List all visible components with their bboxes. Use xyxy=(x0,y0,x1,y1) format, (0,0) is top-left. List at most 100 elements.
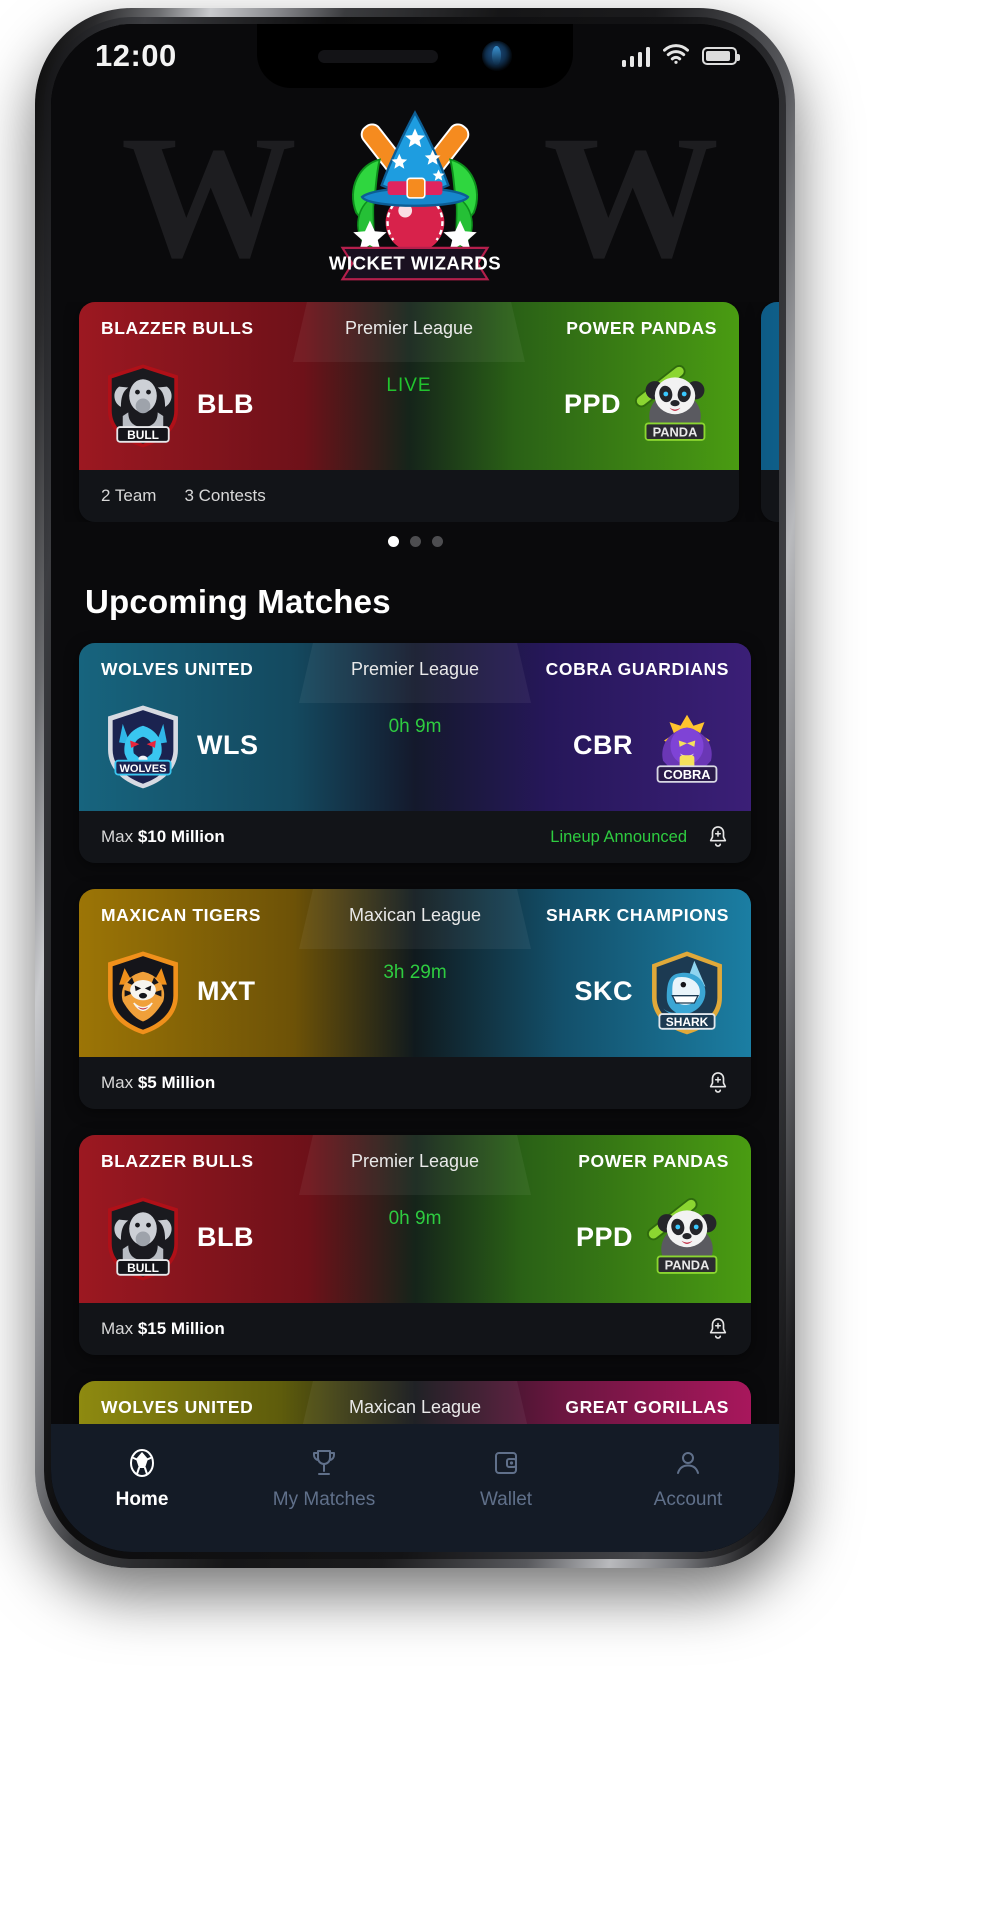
nav-label-account: Account xyxy=(653,1489,723,1510)
scroll-body[interactable]: W W WICKET WIZARDS BLAZZER BULLS BULL BL… xyxy=(51,88,779,1424)
battery-icon xyxy=(702,47,740,65)
phone-frame-mid: 12:00 W W WICKET WIZARDS BLAZZER BULLS B… xyxy=(44,17,786,1559)
carousel-track[interactable]: BLAZZER BULLS BULL BLB POWER PANDAS PPD … xyxy=(79,302,779,522)
tiger-crest-icon xyxy=(97,946,189,1038)
bull-crest-icon: BULL xyxy=(97,359,189,451)
match-card-footer: Max $15 Million xyxy=(79,1303,751,1355)
nav-item-account[interactable]: Account xyxy=(597,1446,779,1511)
carousel-dot[interactable] xyxy=(409,536,421,547)
wicket-wizards-logo[interactable]: WICKET WIZARDS xyxy=(317,95,513,291)
nav-label-my-matches: My Matches xyxy=(272,1489,376,1510)
shark-crest-icon: SHARK xyxy=(641,946,733,1038)
team-right-abbr: PPD xyxy=(575,1222,633,1252)
trophy-icon xyxy=(307,1446,341,1480)
svg-text:PANDA: PANDA xyxy=(653,424,698,439)
svg-text:SHARK: SHARK xyxy=(666,1015,709,1029)
team-right-name: POWER PANDAS xyxy=(578,1151,729,1171)
carousel-dot[interactable] xyxy=(431,536,443,547)
team-left-name: BLAZZER BULLS xyxy=(101,318,254,338)
nav-item-home[interactable]: Home xyxy=(51,1446,233,1511)
team-left-name: MAXICAN TIGERS xyxy=(101,905,262,925)
team-right: POWER PANDAS PPD PANDA xyxy=(409,302,739,470)
panda-crest-icon: PANDA xyxy=(629,359,721,451)
match-card-top: WOLVES UNITED xyxy=(79,1381,751,1424)
app-screen: 12:00 W W WICKET WIZARDS BLAZZER BULLS B… xyxy=(51,24,779,1552)
match-card-top xyxy=(761,302,779,470)
max-prize-value: $15 Million xyxy=(137,1319,225,1338)
team-right-name: GREAT GORILLAS xyxy=(565,1397,729,1417)
svg-text:BULL: BULL xyxy=(127,428,159,442)
nav-label-home: Home xyxy=(115,1489,169,1510)
team-right-name: SHARK CHAMPIONS xyxy=(545,905,729,925)
svg-text:PANDA: PANDA xyxy=(665,1257,710,1272)
team-left-name: WOLVES UNITED xyxy=(101,659,254,679)
match-card-top: MAXICAN TIGERS MXT SHARK CHAMPIONS SKC S… xyxy=(79,889,751,1057)
max-prize: Max $10 Million xyxy=(101,827,225,846)
match-card-footer: 2 Team 3 Contests xyxy=(79,470,739,522)
phone-frame: 12:00 W W WICKET WIZARDS BLAZZER BULLS B… xyxy=(35,8,795,1568)
wolf-crest-icon: WOLVES xyxy=(97,700,189,792)
status-clock: 12:00 xyxy=(95,38,177,73)
match-card-top: WOLVES UNITED xyxy=(79,643,751,811)
status-icon-group xyxy=(621,43,740,69)
screenshot-stage: 12:00 W W WICKET WIZARDS BLAZZER BULLS B… xyxy=(0,0,1002,1919)
max-prize: Max $5 Million xyxy=(101,1073,216,1092)
watermark-letter-right: W xyxy=(543,100,719,295)
status-bar: 12:00 xyxy=(51,24,779,88)
svg-text:WICKET WIZARDS: WICKET WIZARDS xyxy=(329,252,501,273)
team-left-abbr: BLB xyxy=(197,389,254,419)
page-title: Upcoming Matches xyxy=(85,583,391,620)
match-card[interactable]: MAXICAN TIGERS MXT SHARK CHAMPIONS SKC S… xyxy=(79,889,751,1109)
wallet-icon xyxy=(489,1446,523,1480)
nav-item-my-matches[interactable]: My Matches xyxy=(233,1446,415,1511)
person-icon xyxy=(671,1446,705,1480)
svg-text:WOLVES: WOLVES xyxy=(120,762,167,774)
carousel-dot[interactable] xyxy=(387,536,399,547)
team-left-abbr: MXT xyxy=(197,976,256,1006)
team-right-name: POWER PANDAS xyxy=(566,318,717,338)
watermark-letter-left: W xyxy=(121,100,297,295)
team-left-abbr: WLS xyxy=(197,730,259,760)
team-right-abbr: PPD xyxy=(563,389,621,419)
contest-count: 3 Contests xyxy=(184,486,266,505)
live-match-card-next[interactable] xyxy=(761,302,779,522)
phone-bezel: 12:00 W W WICKET WIZARDS BLAZZER BULLS B… xyxy=(51,24,779,1552)
match-card[interactable]: WOLVES UNITED xyxy=(79,1381,751,1424)
live-match-carousel[interactable]: BLAZZER BULLS BULL BLB POWER PANDAS PPD … xyxy=(51,302,779,522)
app-header: W W WICKET WIZARDS xyxy=(51,88,779,298)
bottom-navigation[interactable]: Home My Matches Wallet Account xyxy=(51,1424,779,1552)
max-prize: Max $15 Million xyxy=(101,1319,225,1338)
team-right-abbr: CBR xyxy=(573,730,633,760)
match-card-top: BLAZZER BULLS BULL BLB POWER PANDAS PPD … xyxy=(79,302,739,470)
match-card[interactable]: BLAZZER BULLS BULL BLB POWER PANDAS PPD … xyxy=(79,1135,751,1355)
team-left-name: WOLVES UNITED xyxy=(101,1397,254,1417)
team-right-abbr: SKC xyxy=(574,976,633,1006)
lineup-status: Lineup Announced xyxy=(550,827,687,846)
team-left-name: BLAZZER BULLS xyxy=(101,1151,254,1171)
panda-crest-icon: PANDA xyxy=(641,1192,733,1284)
team-right-name: COBRA GUARDIANS xyxy=(545,659,729,679)
carousel-dots[interactable] xyxy=(51,536,779,547)
svg-text:BULL: BULL xyxy=(127,1261,159,1275)
team-left-abbr: BLB xyxy=(197,1222,254,1252)
bell-add-icon[interactable] xyxy=(707,825,729,849)
team-count: 2 Team xyxy=(101,486,157,505)
match-card[interactable]: WOLVES UNITED xyxy=(79,643,751,863)
nav-label-wallet: Wallet xyxy=(479,1489,533,1510)
ball-icon xyxy=(125,1446,159,1480)
nav-item-wallet[interactable]: Wallet xyxy=(415,1446,597,1511)
team-left: BLAZZER BULLS BULL BLB xyxy=(79,302,409,470)
max-prize-value: $5 Million xyxy=(137,1073,216,1092)
live-match-card[interactable]: BLAZZER BULLS BULL BLB POWER PANDAS PPD … xyxy=(79,302,739,522)
upcoming-match-list: WOLVES UNITED WOLVES WLS COBRA GUARDIANS… xyxy=(51,621,779,1424)
bell-add-icon[interactable] xyxy=(707,1071,729,1095)
bull-crest-icon: BULL xyxy=(97,1192,189,1284)
cobra-crest-icon: COBRA xyxy=(641,700,733,792)
match-card-footer: Max $10 Million Lineup Announced xyxy=(79,811,751,863)
bell-add-icon[interactable] xyxy=(707,1317,729,1341)
signal-bars-icon xyxy=(621,46,650,67)
match-card-footer xyxy=(761,470,779,522)
match-card-top: BLAZZER BULLS BULL BLB POWER PANDAS PPD … xyxy=(79,1135,751,1303)
max-prize-value: $10 Million xyxy=(137,827,225,846)
wifi-icon xyxy=(663,43,689,69)
